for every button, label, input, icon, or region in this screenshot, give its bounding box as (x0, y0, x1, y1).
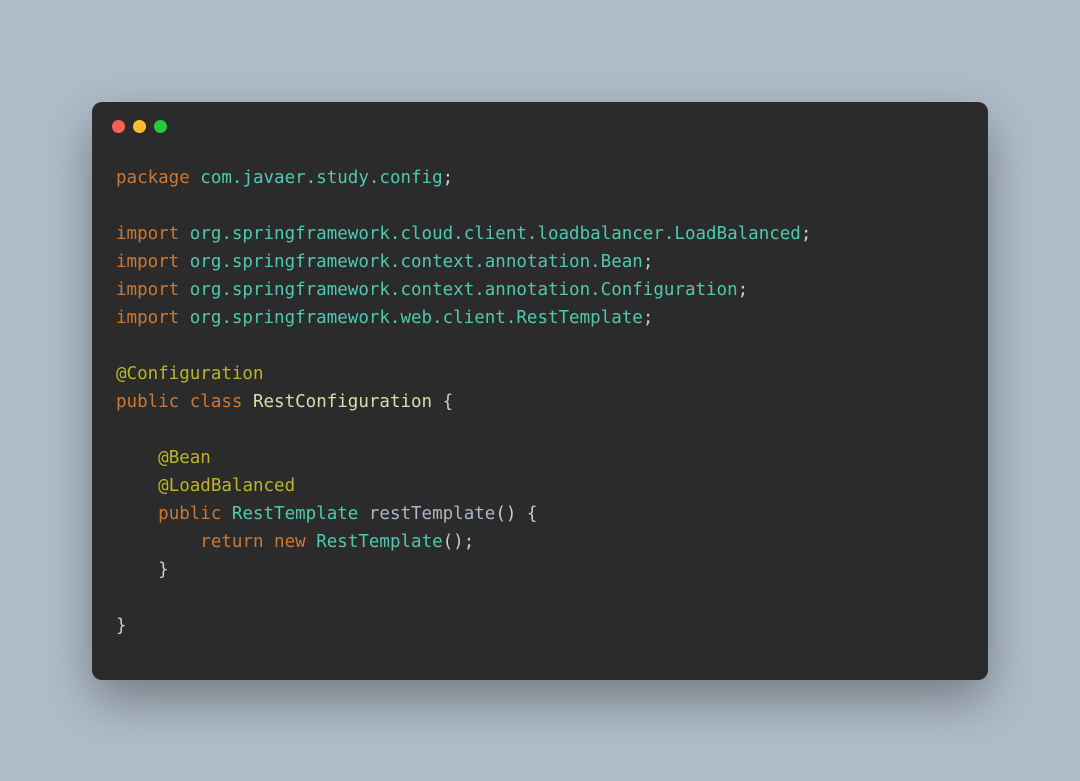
code-line: return new RestTemplate(); (116, 532, 474, 552)
code-line: public RestTemplate restTemplate() { (116, 504, 537, 524)
code-line: @LoadBalanced (116, 476, 295, 496)
code-line: package com.javaer.study.config; (116, 168, 453, 188)
window-titlebar (92, 102, 988, 152)
code-line: public class RestConfiguration { (116, 392, 453, 412)
code-line: import org.springframework.web.client.Re… (116, 308, 653, 328)
code-window: package com.javaer.study.config; import … (92, 102, 988, 680)
maximize-icon[interactable] (154, 120, 167, 133)
code-line: import org.springframework.context.annot… (116, 252, 653, 272)
code-line: @Configuration (116, 364, 264, 384)
code-line: import org.springframework.context.annot… (116, 280, 748, 300)
code-content: package com.javaer.study.config; import … (92, 152, 988, 680)
code-line: } (116, 616, 127, 636)
code-line: } (116, 560, 169, 580)
code-line: import org.springframework.cloud.client.… (116, 224, 811, 244)
minimize-icon[interactable] (133, 120, 146, 133)
close-icon[interactable] (112, 120, 125, 133)
code-line: @Bean (116, 448, 211, 468)
